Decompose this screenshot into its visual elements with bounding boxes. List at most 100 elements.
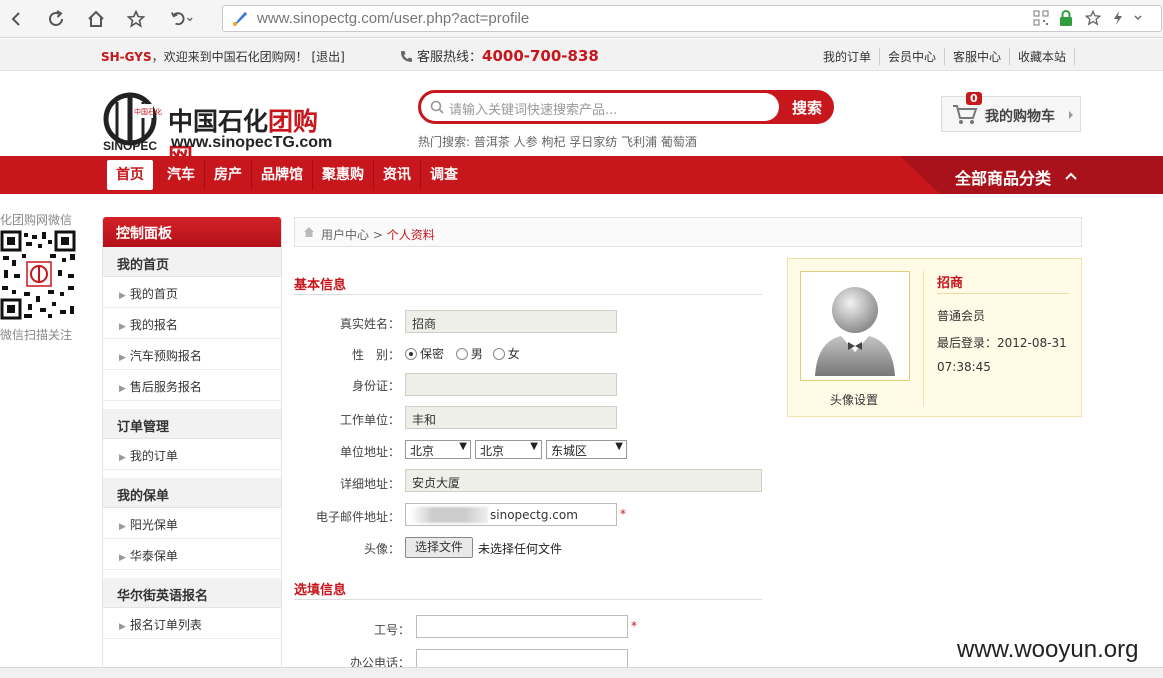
cart-icon bbox=[952, 104, 978, 129]
secure-lock-icon[interactable] bbox=[1059, 10, 1073, 30]
bookmark-star-icon[interactable] bbox=[124, 7, 148, 31]
sidebar-group-my-home: 我的首页 bbox=[103, 247, 281, 277]
search-input[interactable]: 请输入关键词快速搜索产品... bbox=[421, 93, 779, 121]
gender-male-radio[interactable]: 男 bbox=[455, 347, 483, 361]
avatar-setting-link[interactable]: 头像设置 bbox=[830, 391, 878, 408]
province-select[interactable]: 北京 ▼ bbox=[405, 440, 471, 459]
main-nav: 首页 汽车 房产 品牌馆 聚惠购 资讯 调查 全部商品分类 bbox=[0, 156, 1163, 194]
basic-info-title: 基本信息 bbox=[294, 278, 347, 293]
district-select[interactable]: 东城区 ▼ bbox=[546, 440, 627, 459]
sidebar-item-sunshine-policy[interactable]: ▶ 阳光保单 bbox=[103, 508, 281, 539]
sidebar-item-registration-orders[interactable]: ▶ 报名订单列表 bbox=[103, 608, 281, 639]
username: SH-GYS bbox=[101, 50, 152, 64]
service-center-link[interactable]: 客服中心 bbox=[943, 48, 1009, 65]
qr-caption: 微信扫描关注 bbox=[0, 328, 73, 342]
address-bar[interactable]: www.sinopectg.com/user.php?act=profile bbox=[222, 5, 1162, 32]
email-label: 电子邮件地址： bbox=[315, 510, 400, 524]
city-select[interactable]: 北京 ▼ bbox=[475, 440, 542, 459]
lightning-icon[interactable] bbox=[1111, 10, 1125, 29]
nav-auto[interactable]: 汽车 bbox=[158, 160, 205, 190]
nav-survey[interactable]: 调查 bbox=[421, 160, 467, 190]
sidebar-group-orders: 订单管理 bbox=[103, 409, 281, 439]
all-categories-menu[interactable]: 全部商品分类 bbox=[900, 156, 1163, 194]
sidebar-item-my-home[interactable]: ▶ 我的首页 bbox=[103, 277, 281, 308]
logout-link[interactable]: [退出] bbox=[311, 50, 344, 64]
top-links: 我的订单 会员中心 客服中心 收藏本站 bbox=[815, 48, 1075, 65]
phone-icon bbox=[400, 50, 413, 67]
gender-radio-group: 保密 男 女 bbox=[405, 345, 520, 362]
real-name-label: 真实姓名： bbox=[339, 317, 400, 331]
welcome-text: ，欢迎来到中国石化团购网！ bbox=[151, 50, 308, 64]
default-avatar-icon bbox=[815, 287, 895, 376]
undo-history-icon[interactable] bbox=[170, 7, 194, 31]
required-mark: * bbox=[631, 619, 637, 633]
hotline: 客服热线：4000-700-838 bbox=[400, 46, 599, 67]
last-login: 最后登录：2012-08-31 07:38:45 bbox=[937, 336, 1067, 374]
control-panel-sidebar: 控制面板 我的首页 ▶ 我的首页 ▶ 我的报名 ▶ 汽车预购报名 ▶ 售后服务报名 订单… bbox=[102, 217, 282, 678]
sidebar-group-policies: 我的保单 bbox=[103, 478, 281, 508]
avatar-upload-label: 头像： bbox=[363, 542, 400, 556]
search-box: 请输入关键词快速搜索产品... 搜索 bbox=[418, 90, 834, 124]
shopping-cart-button[interactable]: 0 我的购物车 bbox=[941, 92, 1081, 132]
sidebar-item-car-preorder[interactable]: ▶ 汽车预购报名 bbox=[103, 339, 281, 370]
breadcrumb-current: 个人资料 bbox=[386, 228, 435, 242]
nav-news[interactable]: 资讯 bbox=[374, 160, 421, 190]
hotline-label: 客服热线： bbox=[417, 50, 483, 65]
qrcode-icon[interactable] bbox=[1033, 10, 1049, 29]
dropdown-chevron-icon[interactable] bbox=[1133, 10, 1143, 29]
chevron-right-icon bbox=[1068, 109, 1074, 123]
company-field[interactable]: 丰和 bbox=[405, 406, 617, 429]
wechat-qrcode-image bbox=[0, 230, 78, 322]
sidebar-item-my-orders[interactable]: ▶ 我的订单 bbox=[103, 439, 281, 470]
file-status: 未选择任何文件 bbox=[478, 542, 563, 556]
home-icon[interactable] bbox=[84, 7, 108, 31]
address-label: 单位地址： bbox=[339, 445, 400, 459]
nav-group-deals[interactable]: 聚惠购 bbox=[313, 160, 374, 190]
cart-label: 我的购物车 bbox=[985, 109, 1055, 125]
reload-icon[interactable] bbox=[44, 7, 68, 31]
search-icon bbox=[430, 100, 444, 117]
nav-realestate[interactable]: 房产 bbox=[205, 160, 252, 190]
search-button[interactable]: 搜索 bbox=[792, 97, 822, 118]
id-card-field[interactable] bbox=[405, 373, 617, 396]
real-name-field[interactable]: 招商 bbox=[405, 310, 617, 333]
profile-name: 招商 bbox=[937, 276, 964, 291]
cart-count-badge: 0 bbox=[966, 92, 982, 105]
company-label: 工作单位： bbox=[339, 413, 400, 427]
gender-label: 性 别： bbox=[351, 348, 400, 362]
hotline-number: 4000-700-838 bbox=[482, 47, 599, 65]
optional-info-title: 选填信息 bbox=[294, 583, 347, 598]
choose-file-button[interactable]: 选择文件 bbox=[405, 537, 473, 558]
breadcrumb-parent[interactable]: 用户中心 bbox=[321, 228, 369, 242]
gender-female-radio[interactable]: 女 bbox=[492, 347, 520, 361]
detail-address-field[interactable]: 安贞大厦 bbox=[405, 469, 762, 492]
my-orders-link[interactable]: 我的订单 bbox=[815, 48, 879, 65]
bookmark-site-link[interactable]: 收藏本站 bbox=[1008, 48, 1075, 65]
site-logo[interactable]: 中国石化 SINOPEC 中国石化团购网 www.sinopecTG.com bbox=[103, 92, 338, 172]
nav-home[interactable]: 首页 bbox=[107, 160, 153, 190]
member-center-link[interactable]: 会员中心 bbox=[878, 48, 944, 65]
back-icon[interactable] bbox=[4, 7, 28, 31]
sidebar-item-huatai-policy[interactable]: ▶ 华泰保单 bbox=[103, 539, 281, 570]
sidebar-item-aftersales[interactable]: ▶ 售后服务报名 bbox=[103, 370, 281, 401]
sidebar-item-my-registrations[interactable]: ▶ 我的报名 bbox=[103, 308, 281, 339]
browser-toolbar: www.sinopectg.com/user.php?act=profile bbox=[0, 0, 1163, 38]
sinopec-emblem-icon: 中国石化 SINOPEC bbox=[103, 92, 162, 153]
employee-id-field[interactable] bbox=[416, 615, 628, 638]
favorite-star-icon[interactable] bbox=[1084, 9, 1102, 29]
nav-brands[interactable]: 品牌馆 bbox=[252, 160, 313, 190]
gender-secret-radio[interactable]: 保密 bbox=[405, 347, 444, 361]
hot-search-keywords[interactable]: 热门搜索: 普洱茶 人参 枸杞 孚日家纺 飞利浦 葡萄酒 bbox=[418, 133, 697, 150]
member-level: 普通会员 bbox=[937, 309, 986, 323]
search-placeholder: 请输入关键词快速搜索产品... bbox=[449, 103, 618, 118]
breadcrumb: 用户中心 > 个人资料 bbox=[294, 217, 1082, 247]
all-categories-label: 全部商品分类 bbox=[955, 169, 1052, 188]
watermark-text: www.wooyun.org bbox=[957, 636, 1139, 663]
required-mark: * bbox=[620, 507, 626, 521]
chevron-up-icon bbox=[1065, 170, 1077, 184]
email-redacted-blur bbox=[410, 507, 488, 523]
profile-card: 头像设置 招商 普通会员 最后登录：2012-08-31 07:38:45 bbox=[787, 258, 1082, 417]
sidebar-group-wallstreet-english: 华尔街英语报名 bbox=[103, 578, 281, 608]
qr-title: 化团购网微信 bbox=[0, 213, 73, 227]
avatar[interactable] bbox=[800, 271, 910, 381]
